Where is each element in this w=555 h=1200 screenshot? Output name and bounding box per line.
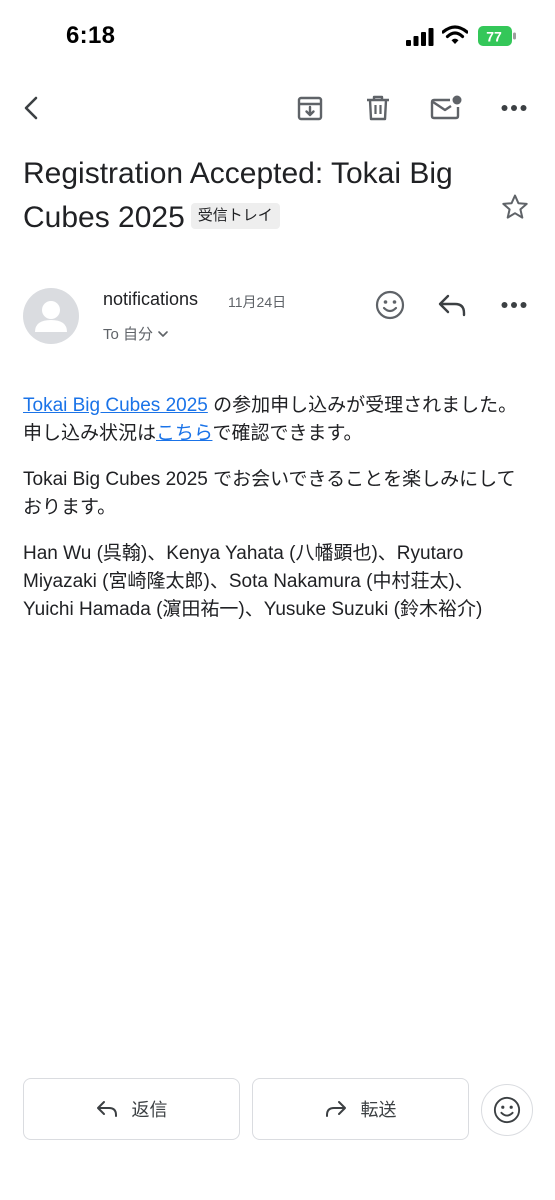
recipient-text: To 自分 bbox=[103, 326, 154, 343]
recipient-details-toggle[interactable]: To 自分 bbox=[103, 323, 169, 344]
more-options-button[interactable] bbox=[494, 88, 534, 128]
delete-button[interactable] bbox=[358, 88, 398, 128]
reply-icon-button[interactable] bbox=[432, 285, 472, 325]
more-horizontal-icon bbox=[501, 302, 527, 308]
message-subject: Registration Accepted: Tokai Big Cubes 2… bbox=[23, 152, 493, 240]
message-body: Tokai Big Cubes 2025 の参加申し込みが受理されました。申し込… bbox=[23, 392, 523, 642]
battery-indicator: 77 bbox=[478, 26, 516, 46]
body-paragraph-2: Tokai Big Cubes 2025 でお会いできることを楽しみにしておりま… bbox=[23, 469, 516, 518]
mark-unread-icon bbox=[430, 95, 462, 120]
event-link[interactable]: Tokai Big Cubes 2025 bbox=[23, 395, 208, 416]
sender-avatar[interactable] bbox=[23, 288, 79, 344]
forward-label: 転送 bbox=[360, 1100, 397, 1120]
body-paragraph-3: Han Wu (呉翰)、Kenya Yahata (八幡顕也)、Ryutaro … bbox=[23, 543, 483, 620]
message-date: 11月24日 bbox=[228, 294, 287, 310]
cellular-signal-icon bbox=[406, 28, 434, 46]
wifi-icon bbox=[442, 25, 468, 44]
star-outline-icon bbox=[502, 194, 528, 219]
reply-icon bbox=[96, 1101, 117, 1117]
reply-label: 返信 bbox=[131, 1100, 168, 1120]
archive-icon bbox=[297, 96, 323, 121]
body-text-b: で確認できます。 bbox=[212, 423, 363, 444]
add-reaction-button[interactable] bbox=[370, 285, 410, 325]
reply-icon bbox=[438, 294, 466, 317]
emoji-reaction-button[interactable] bbox=[481, 1084, 533, 1136]
emoji-smile-icon bbox=[493, 1096, 521, 1124]
forward-icon bbox=[325, 1101, 346, 1117]
back-button[interactable] bbox=[12, 88, 52, 128]
status-bar: 6:18 77 bbox=[0, 0, 555, 72]
more-horizontal-icon bbox=[501, 105, 527, 111]
mark-unread-button[interactable] bbox=[426, 88, 466, 128]
inbox-label-chip[interactable]: 受信トレイ bbox=[190, 203, 280, 230]
message-toolbar bbox=[0, 80, 555, 136]
sender-name: notifications bbox=[103, 289, 199, 309]
arrow-left-icon bbox=[24, 96, 38, 120]
battery-level: 77 bbox=[486, 29, 502, 45]
person-icon bbox=[35, 301, 67, 332]
archive-button[interactable] bbox=[290, 88, 330, 128]
battery-icon: 77 bbox=[478, 26, 516, 46]
reply-button[interactable]: 返信 bbox=[23, 1078, 240, 1140]
chevron-down-icon bbox=[158, 330, 168, 337]
status-time: 6:18 bbox=[66, 22, 116, 49]
trash-icon bbox=[367, 95, 389, 121]
emoji-smile-icon bbox=[375, 290, 405, 320]
forward-button[interactable]: 転送 bbox=[252, 1078, 469, 1140]
status-link[interactable]: こちら bbox=[156, 423, 212, 444]
body-paragraph-1: Tokai Big Cubes 2025 の参加申し込みが受理されました。申し込… bbox=[23, 392, 523, 448]
message-more-button[interactable] bbox=[494, 285, 534, 325]
star-button[interactable] bbox=[496, 188, 534, 226]
